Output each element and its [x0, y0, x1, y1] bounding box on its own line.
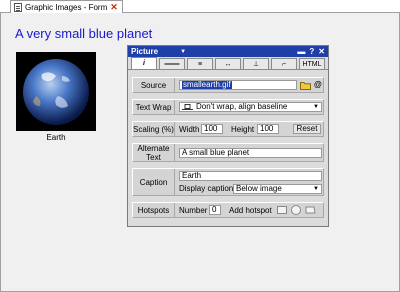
document-tab-bar: Graphic Images - Form ✕ — [0, 0, 400, 13]
scaling-label: Scaling (%) — [133, 122, 175, 136]
close-tab-icon[interactable]: ✕ — [110, 2, 118, 13]
position-icon: ⊥ — [252, 61, 260, 68]
display-caption-select[interactable]: Below image ▼ — [233, 184, 322, 194]
tab-link[interactable]: ⌐ — [271, 58, 297, 69]
picture-properties-panel: Picture ▼ ▬ ? ✕ i ═══ ≡ ↔ ⊥ ⌐ HTML Sourc… — [127, 45, 329, 227]
height-label: Height — [231, 125, 255, 134]
width-label: Width — [179, 125, 200, 134]
document-tab[interactable]: Graphic Images - Form ✕ — [10, 0, 123, 13]
spacing-icon: ↔ — [224, 60, 232, 68]
source-label: Source — [133, 78, 175, 92]
alternate-text-label: Alternate Text — [133, 144, 175, 162]
text-wrap-row: Text Wrap Don't wrap, align baseline ▼ — [132, 99, 324, 115]
tab-html[interactable]: HTML — [299, 58, 325, 69]
hotspot-number-label: Number — [179, 206, 208, 215]
html-icon: HTML — [302, 60, 322, 68]
panel-title: Picture — [131, 47, 159, 56]
help-icon[interactable]: ? — [309, 47, 314, 56]
close-icon[interactable]: ✕ — [318, 47, 325, 56]
border-icon: ═══ — [164, 60, 180, 68]
text-wrap-label: Text Wrap — [133, 100, 175, 114]
tab-general[interactable]: i — [131, 57, 157, 69]
display-caption-value: Below image — [236, 184, 282, 193]
link-icon: ⌐ — [281, 60, 287, 68]
document-icon — [14, 2, 22, 12]
caption-field[interactable]: Earth — [179, 171, 322, 181]
tab-align[interactable]: ≡ — [187, 58, 213, 69]
alternate-text-row: Alternate Text A small blue planet — [132, 143, 324, 162]
height-field[interactable]: 100 — [257, 124, 279, 134]
wrap-baseline-icon — [182, 104, 193, 110]
scaling-row: Scaling (%) Width 100 Height 100 Reset — [132, 121, 324, 137]
circle-hotspot-icon[interactable] — [291, 205, 301, 215]
reset-button[interactable]: Reset — [293, 124, 321, 134]
caption-row: Caption Earth Display caption Below imag… — [132, 168, 324, 196]
tab-spacing[interactable]: ↔ — [215, 58, 241, 69]
panel-title-bar: Picture ▼ ▬ ? ✕ — [128, 46, 328, 57]
panel-tab-strip: i ═══ ≡ ↔ ⊥ ⌐ HTML — [128, 57, 328, 70]
page-heading: A very small blue planet — [15, 26, 153, 41]
align-icon: ≡ — [197, 60, 203, 68]
folder-icon[interactable] — [300, 81, 311, 90]
document-tab-title: Graphic Images - Form — [25, 2, 108, 12]
source-field[interactable]: smallearth.gif — [179, 80, 297, 90]
earth-image[interactable] — [16, 52, 96, 131]
polygon-hotspot-icon[interactable] — [305, 206, 316, 214]
pin-icon[interactable]: ▬ — [297, 47, 305, 56]
alternate-text-field[interactable]: A small blue planet — [179, 148, 322, 158]
chevron-down-icon: ▼ — [313, 104, 319, 110]
panel-dropdown-icon[interactable]: ▼ — [180, 49, 186, 55]
chevron-down-icon: ▼ — [313, 186, 319, 192]
display-caption-label: Display caption — [179, 184, 234, 193]
caption-label: Caption — [133, 169, 175, 195]
text-wrap-value: Don't wrap, align baseline — [196, 102, 288, 111]
source-row: Source smallearth.gif @ — [132, 77, 324, 93]
hotspots-row: Hotspots Number 0 Add hotspot — [132, 202, 324, 218]
add-hotspot-label: Add hotspot — [229, 206, 272, 215]
tab-position[interactable]: ⊥ — [243, 58, 269, 69]
hotspot-number-field[interactable]: 0 — [209, 205, 221, 215]
image-caption: Earth — [46, 133, 66, 142]
info-icon: i — [143, 60, 145, 67]
rectangle-hotspot-icon[interactable] — [277, 206, 287, 214]
hotspots-label: Hotspots — [133, 203, 175, 217]
width-field[interactable]: 100 — [201, 124, 223, 134]
at-sign-icon[interactable]: @ — [314, 80, 322, 90]
source-value: smallearth.gif — [182, 80, 232, 89]
text-wrap-select[interactable]: Don't wrap, align baseline ▼ — [179, 102, 322, 112]
tab-border[interactable]: ═══ — [159, 58, 185, 69]
